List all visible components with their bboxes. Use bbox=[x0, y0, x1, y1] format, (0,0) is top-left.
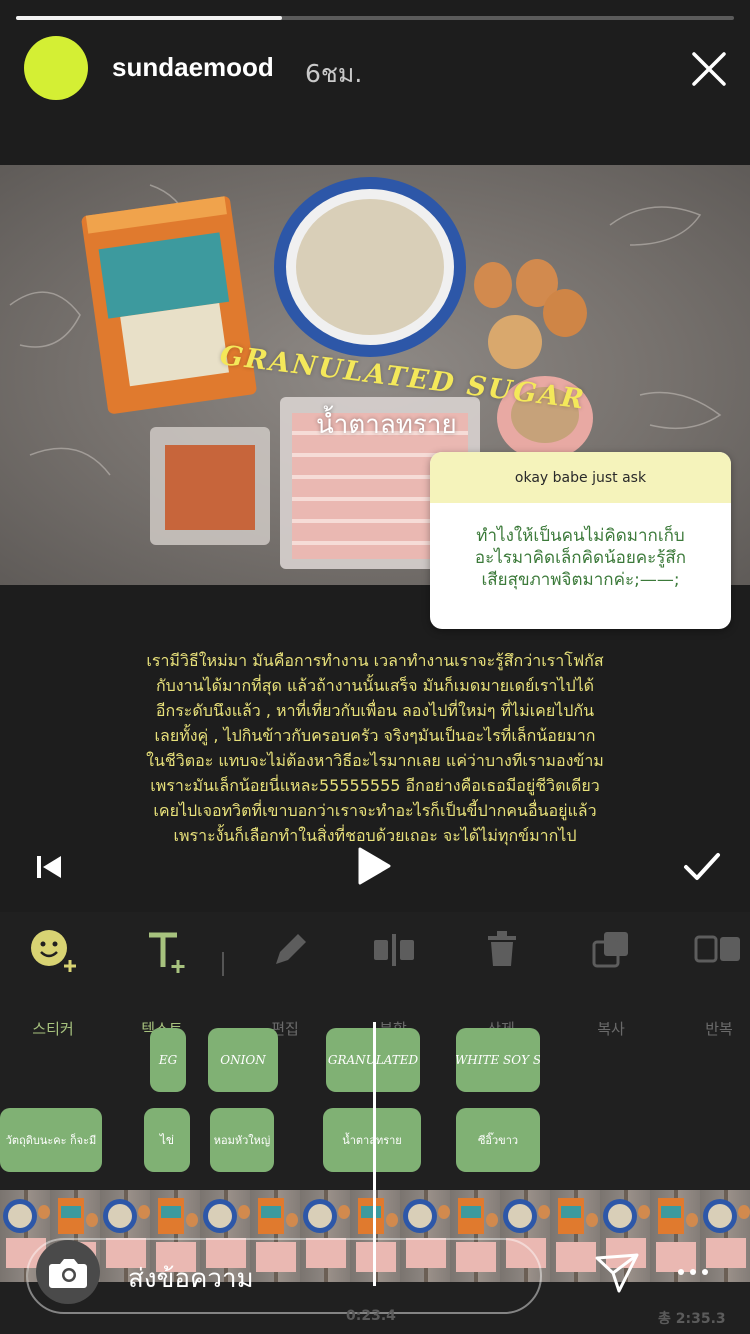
more-options-icon[interactable] bbox=[676, 1262, 710, 1282]
tool-sticker[interactable]: 스티커 bbox=[25, 1018, 81, 1038]
question-line: อะไรมาคิดเล็กคิดน้อยคะรู้สึก bbox=[474, 548, 687, 568]
caption-line: อีกระดับนึงแล้ว , หาที่เที่ยวกับเพื่อน ล… bbox=[155, 701, 595, 720]
caption-text[interactable]: เรามีวิธีใหม่มา มันคือการทำงาน เวลาทำงาน… bbox=[0, 648, 750, 848]
checkmark-icon[interactable] bbox=[682, 850, 722, 884]
question-answer: ทำไงให้เป็นคนไม่คิดมากเก็บ อะไรมาคิดเล็ก… bbox=[430, 503, 731, 591]
caption-line: กับงานได้มากที่สุด แล้วถ้างานนั้นเสร็จ ม… bbox=[155, 676, 595, 695]
camera-button[interactable] bbox=[36, 1240, 100, 1304]
text-clip-chip[interactable]: WHITE SOY S bbox=[456, 1028, 540, 1092]
question-sticker[interactable]: okay babe just ask ทำไงให้เป็นคนไม่คิดมา… bbox=[430, 452, 731, 629]
skip-back-icon[interactable] bbox=[34, 852, 64, 882]
repeat-icon[interactable] bbox=[694, 934, 742, 964]
send-icon[interactable] bbox=[594, 1252, 640, 1294]
caption-line: เรามีวิธีใหม่มา มันคือการทำงาน เวลาทำงาน… bbox=[146, 651, 604, 670]
text-clip-chip[interactable]: ซีอิ๊วขาว bbox=[456, 1108, 540, 1172]
total-duration: 총 2:35.3 bbox=[658, 1311, 726, 1327]
story-progress-fill bbox=[16, 16, 282, 20]
caption-line: เคยไปเจอทวิตที่เขาบอกว่าเราจะทำอะไรก็เป็… bbox=[153, 801, 597, 820]
timeline-playhead[interactable] bbox=[373, 1022, 376, 1286]
text-clip-chip[interactable]: น้ำตาลทราย bbox=[323, 1108, 421, 1172]
message-placeholder: ส่งข้อความ bbox=[128, 1264, 254, 1294]
text-clip-chip[interactable]: หอมหัวใหญ่ bbox=[210, 1108, 274, 1172]
current-time: 0:23.4 bbox=[346, 1308, 396, 1324]
caption-line: เพราะมันเล็กน้อยนี่แหละ55555555 อีกอย่าง… bbox=[150, 776, 600, 795]
text-clip-chip[interactable]: EG bbox=[150, 1028, 186, 1092]
play-icon[interactable] bbox=[356, 846, 392, 886]
caption-line: เพราะงั้นก็เลือกทำในสิ่งที่ชอบด้วยเถอะ จ… bbox=[173, 826, 577, 845]
split-icon[interactable] bbox=[372, 932, 416, 968]
story-progress-bar bbox=[16, 16, 734, 20]
video-text-overlay-th: น้ำตาลทราย bbox=[316, 410, 457, 440]
tool-copy[interactable]: 복사 bbox=[586, 1018, 636, 1038]
question-prompt: okay babe just ask bbox=[430, 452, 731, 503]
tool-repeat[interactable]: 반복 bbox=[694, 1018, 744, 1038]
text-clip-chip[interactable]: ไข่ bbox=[144, 1108, 190, 1172]
pencil-icon[interactable] bbox=[270, 930, 306, 968]
toolbar-divider bbox=[222, 952, 224, 976]
post-time: 6ชม. bbox=[305, 59, 363, 88]
copy-icon[interactable] bbox=[592, 930, 630, 968]
text-tool-icon[interactable] bbox=[146, 930, 188, 976]
text-clip-chip[interactable]: ONION bbox=[208, 1028, 278, 1092]
trash-icon[interactable] bbox=[486, 930, 518, 968]
caption-line: ในชีวิตอะ แทบจะไม่ต้องหาวิธีอะไรมากเลย แ… bbox=[146, 751, 604, 770]
camera-icon bbox=[49, 1259, 87, 1288]
message-input[interactable] bbox=[26, 1238, 542, 1314]
question-line: ทำไงให้เป็นคนไม่คิดมากเก็บ bbox=[476, 526, 685, 546]
username[interactable]: sundaemood bbox=[112, 52, 274, 83]
caption-line: เลยทั้งคู่ , ไปกินข้าวกับครอบครัว จริงๆม… bbox=[154, 726, 596, 745]
text-clip-chip[interactable]: วัตถุดิบนะคะ ก็จะมี bbox=[0, 1108, 102, 1172]
avatar[interactable] bbox=[24, 36, 88, 100]
close-icon[interactable] bbox=[686, 46, 732, 92]
sticker-icon[interactable] bbox=[30, 928, 80, 976]
question-line: เสียสุขภาพจิตมากค่ะ;——; bbox=[481, 570, 680, 590]
